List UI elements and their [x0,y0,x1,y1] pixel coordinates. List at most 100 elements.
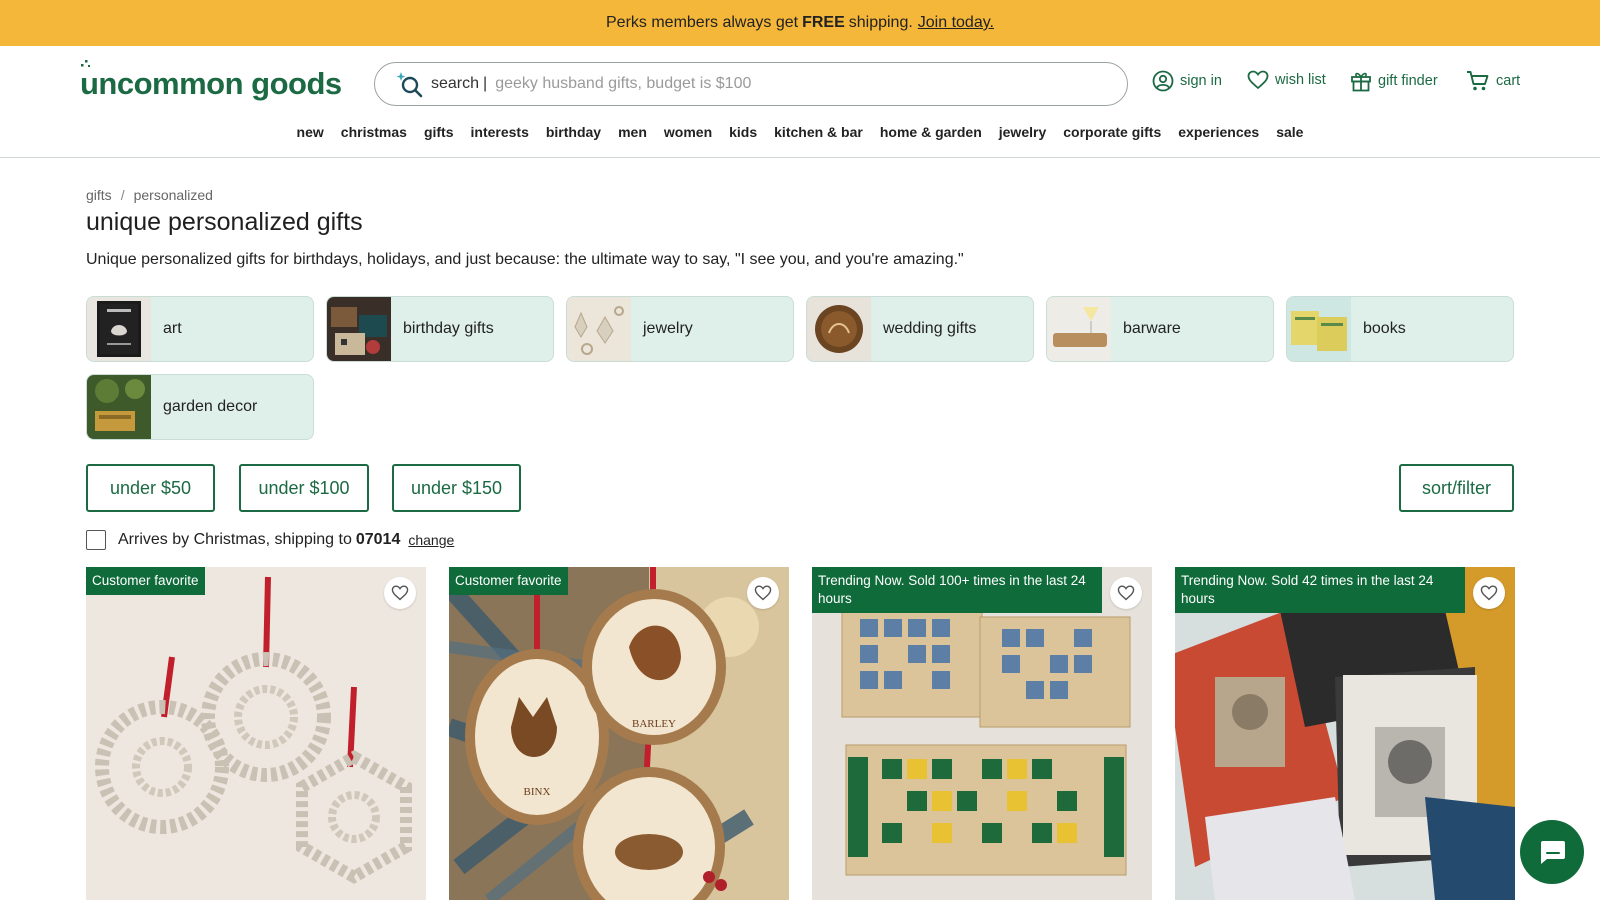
promo-banner: Perks members always get FREE shipping. … [0,0,1600,46]
gift-finder-link[interactable]: gift finder [1350,70,1438,92]
wishlist-heart-button[interactable] [384,577,416,609]
sign-in-label: sign in [1180,73,1222,89]
wish-list-label: wish list [1275,72,1326,88]
category-chip-birthday-gifts[interactable]: birthday gifts [326,296,554,362]
breadcrumb-gifts[interactable]: gifts [86,187,112,203]
category-label: books [1363,320,1406,337]
category-label: garden decor [163,398,258,415]
cart-label: cart [1496,73,1521,89]
gift-finder-label: gift finder [1378,73,1438,89]
sort-filter-button[interactable]: sort/filter [1399,464,1514,512]
heart-icon [1480,585,1498,601]
product-card[interactable]: Customer favorite [86,567,426,900]
nav-item[interactable]: experiences [1170,124,1268,140]
category-label: jewelry [643,320,693,337]
arrives-checkbox[interactable] [86,530,106,550]
svg-text:BARLEY: BARLEY [632,718,676,730]
category-chip-wedding-gifts[interactable]: wedding gifts [806,296,1034,362]
nav-item[interactable]: new [288,124,332,140]
product-image [1175,567,1515,900]
promo-text: Perks members always get [606,14,799,31]
product-card[interactable]: Trending Now. Sold 100+ times in the las… [812,567,1152,900]
account-icon [1152,70,1174,92]
main-nav: new christmas gifts interests birthday m… [0,124,1600,140]
books-thumbnail [1287,297,1351,361]
nav-item[interactable]: jewelry [990,124,1054,140]
logo[interactable]: uncommon goods [80,60,342,102]
product-card[interactable]: BINX BARLEY Customer favorite [449,567,789,900]
nav-item[interactable]: home & garden [871,124,990,140]
cart-link[interactable]: cart [1466,70,1520,92]
product-badge: Customer favorite [86,567,205,595]
category-chip-art[interactable]: art [86,296,314,362]
cart-icon [1467,71,1489,91]
breadcrumb: gifts / personalized [86,187,213,203]
search-bar[interactable]: search | [374,62,1128,106]
logo-text: uncommon goods [80,66,342,101]
nav-item[interactable]: interests [462,124,537,140]
chat-button[interactable] [1520,820,1584,884]
nav-item[interactable]: kids [721,124,766,140]
category-label: wedding gifts [883,320,977,337]
wish-list-link[interactable]: wish list [1247,70,1326,90]
under-50-button[interactable]: under $50 [86,464,215,512]
heart-icon [391,585,409,601]
under-150-button[interactable]: under $150 [392,464,521,512]
jewelry-thumbnail [567,297,631,361]
search-separator: | [483,75,488,92]
nav-item[interactable]: women [655,124,720,140]
wishlist-heart-button[interactable] [747,577,779,609]
sign-in-link[interactable]: sign in [1152,70,1222,92]
join-today-link[interactable]: Join today. [918,14,994,32]
nav-item[interactable]: birthday [537,124,609,140]
breadcrumb-personalized[interactable]: personalized [134,187,213,203]
search-label: search [431,75,480,92]
barware-thumbnail [1047,297,1111,361]
promo-shipping: shipping. [848,14,913,31]
arrives-text: Arrives by Christmas, shipping to [118,531,352,548]
under-100-button[interactable]: under $100 [239,464,369,512]
heart-icon [1247,70,1269,90]
nav-item[interactable]: gifts [415,124,462,140]
product-badge: Customer favorite [449,567,568,595]
page-description: Unique personalized gifts for birthdays,… [86,251,964,268]
category-chip-barware[interactable]: barware [1046,296,1274,362]
nav-item[interactable]: corporate gifts [1055,124,1170,140]
category-chip-jewelry[interactable]: jewelry [566,296,794,362]
search-icon [396,72,423,98]
product-badge: Trending Now. Sold 100+ times in the las… [812,567,1102,613]
wishlist-heart-button[interactable] [1473,577,1505,609]
gift-icon [1351,72,1371,92]
search-input[interactable] [495,75,1127,93]
wishlist-heart-button[interactable] [1110,577,1142,609]
category-chip-garden-decor[interactable]: garden decor [86,374,314,440]
promo-free: FREE [802,14,845,31]
heart-icon [1117,585,1135,601]
birthday-gifts-thumbnail [327,297,391,361]
product-image [86,567,426,900]
category-chip-books[interactable]: books [1286,296,1514,362]
nav-item[interactable]: christmas [332,124,415,140]
garden-decor-thumbnail [87,375,151,439]
product-card[interactable]: Trending Now. Sold 42 times in the last … [1175,567,1515,900]
nav-item[interactable]: kitchen & bar [766,124,872,140]
heart-icon [754,585,772,601]
wedding-gifts-thumbnail [807,297,871,361]
chat-icon [1541,841,1565,864]
category-label: art [163,320,182,337]
zip-code: 07014 [355,531,401,548]
category-label: barware [1123,320,1181,337]
svg-text:BINX: BINX [524,786,551,798]
page-title: unique personalized gifts [86,208,363,236]
art-thumbnail [87,297,151,361]
product-image [812,567,1152,900]
category-label: birthday gifts [403,320,494,337]
product-image: BINX BARLEY [449,567,789,900]
change-zip-link[interactable]: change [408,532,454,548]
nav-item[interactable]: sale [1268,124,1312,140]
arrives-by-filter: Arrives by Christmas, shipping to 07014 … [86,530,454,550]
nav-item[interactable]: men [610,124,656,140]
logo-sparkle-icon [81,60,90,67]
site-header: uncommon goods search | sign in wish lis… [0,46,1600,158]
product-badge: Trending Now. Sold 42 times in the last … [1175,567,1465,613]
